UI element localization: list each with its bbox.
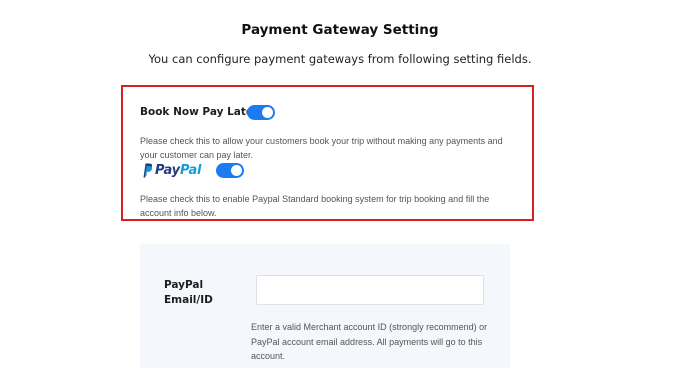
payment-gateway-settings-page: Payment Gateway Setting You can configur… (0, 0, 680, 368)
toggle-knob (231, 165, 242, 176)
paypal-description: Please check this to enable Paypal Stand… (140, 194, 490, 218)
book-now-pay-later-label: Book Now Pay Later (140, 106, 259, 118)
paypal-email-label: PayPal Email/ID (164, 279, 213, 306)
paypal-wordmark: PayPal (155, 163, 201, 178)
toggle-knob (262, 107, 273, 118)
paypal-logo-icon (143, 163, 152, 178)
paypal-wordmark-pay: Pay (155, 162, 180, 178)
page-title: Payment Gateway Setting (241, 22, 439, 38)
book-now-pay-later-description: Please check this to allow your customer… (140, 136, 503, 160)
paypal-email-input[interactable] (256, 275, 484, 305)
paypal-toggle[interactable] (216, 163, 244, 178)
paypal-email-help-text: Enter a valid Merchant account ID (stron… (251, 322, 488, 361)
paypal-logo: PayPal (140, 161, 201, 179)
page-subtitle: You can configure payment gateways from … (148, 52, 532, 66)
paypal-wordmark-pal: Pal (179, 162, 202, 178)
book-now-pay-later-toggle[interactable] (247, 105, 275, 120)
